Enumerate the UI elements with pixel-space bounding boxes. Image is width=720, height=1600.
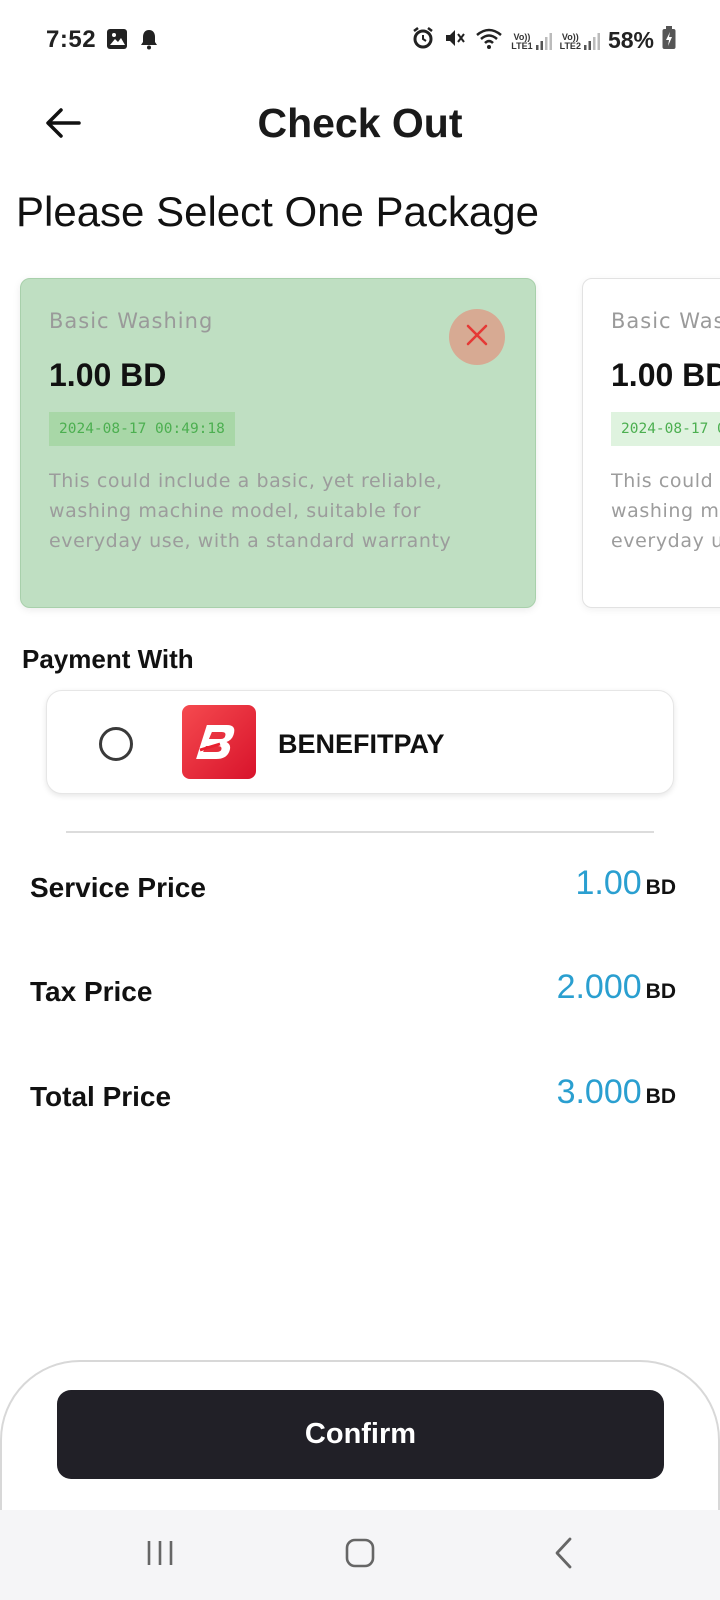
status-left-icons: [106, 28, 160, 55]
service-price-row: Service Price 1.00 BD: [30, 864, 676, 914]
total-price-row: Total Price 3.000 BD: [30, 1073, 676, 1123]
package-card[interactable]: Basic Washing 1.00 BD 2024-08-17 00:49:1…: [582, 278, 720, 608]
battery-icon: [662, 26, 676, 55]
mute-icon: [443, 26, 467, 55]
status-bar: 7:52 Vo)) LTE1 Vo)) LTE2 58%: [0, 0, 720, 80]
package-date: 2024-08-17 00:49:18: [49, 412, 235, 446]
package-description: This could include a basic, yet reliable…: [611, 470, 720, 562]
package-card[interactable]: Basic Washing 1.00 BD 2024-08-17 00:49:1…: [20, 278, 536, 608]
signal-bars-icon: [583, 32, 600, 50]
total-price-amount: 3.000: [556, 1073, 642, 1111]
confirm-button[interactable]: Confirm: [57, 1390, 664, 1479]
recent-apps-icon: [143, 1538, 177, 1573]
package-date: 2024-08-17 00:49:18: [611, 412, 720, 446]
package-price: 1.00 BD: [611, 357, 720, 393]
service-price-value: 1.00 BD: [575, 864, 676, 903]
home-button[interactable]: [330, 1532, 390, 1578]
payment-method-name: BENEFITPAY: [278, 729, 445, 759]
total-price-label: Total Price: [30, 1081, 172, 1112]
package-carousel[interactable]: Basic Washing 1.00 BD 2024-08-17 00:49:1…: [0, 270, 720, 620]
currency-label: BD: [645, 876, 676, 899]
gallery-icon: [106, 28, 128, 55]
close-icon: [465, 323, 489, 352]
package-description: This could include a basic, yet reliable…: [49, 470, 452, 562]
divider: [66, 831, 654, 833]
payment-radio[interactable]: [99, 727, 133, 761]
package-name: Basic Washing: [49, 309, 214, 333]
total-price-value: 3.000 BD: [557, 1073, 676, 1112]
benefitpay-logo-icon: [182, 705, 256, 779]
deselect-package-button[interactable]: [449, 309, 505, 365]
currency-label: BD: [645, 980, 676, 1003]
tax-price-label: Tax Price: [30, 976, 153, 1007]
system-back-button[interactable]: [534, 1532, 594, 1578]
status-time: 7:52: [46, 26, 97, 53]
sim1-signal: Vo)) LTE1: [511, 31, 552, 51]
status-right-icons: Vo)) LTE1 Vo)) LTE2 58%: [411, 26, 676, 55]
tax-price-amount: 2.000: [556, 968, 642, 1006]
package-price: 1.00 BD: [49, 357, 167, 393]
system-nav-bar: [0, 1510, 720, 1600]
package-name: Basic Washing: [611, 309, 720, 333]
section-title: Please Select One Package: [16, 188, 539, 235]
service-price-amount: 1.00: [575, 864, 642, 902]
alarm-icon: [411, 26, 435, 55]
signal-bars-icon: [535, 32, 552, 50]
tax-price-row: Tax Price 2.000 BD: [30, 968, 676, 1018]
payment-title: Payment With: [22, 644, 194, 674]
chevron-left-icon: [552, 1536, 576, 1575]
sim2-signal: Vo)) LTE2: [560, 31, 600, 51]
battery-percent: 58%: [607, 27, 654, 53]
bell-icon: [138, 28, 160, 55]
wifi-icon: [475, 26, 503, 55]
currency-label: BD: [645, 1085, 676, 1108]
service-price-label: Service Price: [30, 872, 206, 903]
payment-option-benefitpay[interactable]: BENEFITPAY: [46, 690, 674, 794]
page-title: Check Out: [257, 100, 463, 146]
tax-price-value: 2.000 BD: [557, 968, 676, 1007]
recent-apps-button[interactable]: [130, 1532, 190, 1578]
home-icon: [344, 1537, 376, 1574]
